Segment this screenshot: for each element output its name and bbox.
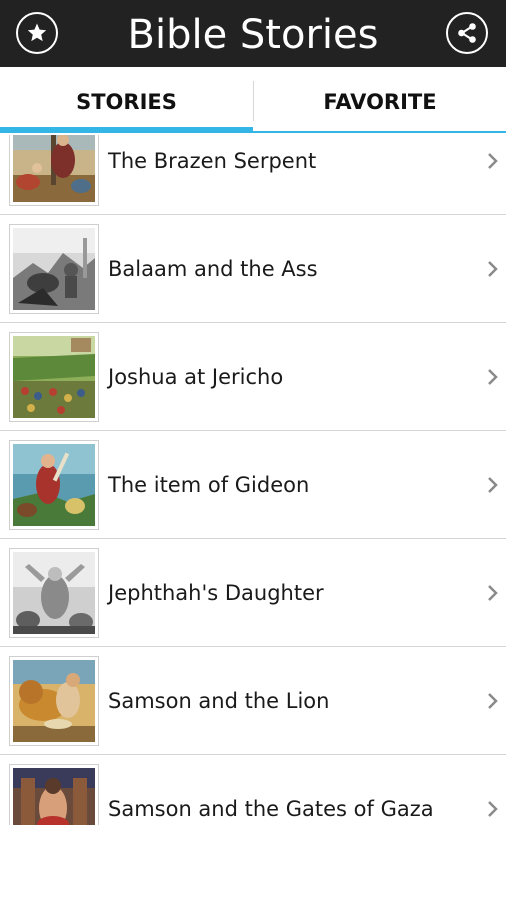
list-item[interactable]: Jephthah's Daughter — [0, 539, 506, 647]
chevron-right-icon — [488, 801, 498, 817]
tab-stories[interactable]: STORIES — [0, 67, 253, 135]
tab-bar: STORIES FAVORITE — [0, 67, 506, 135]
story-title: The item of Gideon — [108, 473, 310, 497]
tab-favorite[interactable]: FAVORITE — [254, 67, 506, 135]
story-title: Jephthah's Daughter — [108, 581, 324, 605]
story-thumbnail — [9, 332, 99, 422]
story-title: Joshua at Jericho — [108, 365, 284, 389]
app-screen: Bible Stories STORIES FAVORITE The Braze… — [0, 0, 506, 900]
story-list[interactable]: The Brazen Serpent Balaam and the Ass Jo… — [0, 135, 506, 825]
story-title: Samson and the Lion — [108, 689, 330, 713]
list-item[interactable]: The item of Gideon — [0, 431, 506, 539]
chevron-right-icon — [488, 477, 498, 493]
story-title: Balaam and the Ass — [108, 257, 318, 281]
chevron-right-icon — [488, 153, 498, 169]
story-thumbnail — [9, 764, 99, 825]
chevron-right-icon — [488, 261, 498, 277]
story-title: The Brazen Serpent — [108, 149, 317, 173]
story-thumbnail — [9, 224, 99, 314]
story-thumbnail — [9, 440, 99, 530]
story-title: Samson and the Gates of Gaza — [108, 797, 434, 821]
chevron-right-icon — [488, 693, 498, 709]
list-item[interactable]: Joshua at Jericho — [0, 323, 506, 431]
list-item[interactable]: Samson and the Lion — [0, 647, 506, 755]
share-button[interactable] — [446, 12, 488, 54]
action-bar: Bible Stories — [0, 0, 506, 67]
story-thumbnail — [9, 548, 99, 638]
app-title: Bible Stories — [127, 12, 379, 58]
tab-underline — [253, 131, 506, 133]
list-item[interactable]: The Brazen Serpent — [0, 135, 506, 215]
list-item[interactable]: Balaam and the Ass — [0, 215, 506, 323]
share-icon — [458, 23, 476, 43]
chevron-right-icon — [488, 585, 498, 601]
story-thumbnail — [9, 656, 99, 746]
story-thumbnail — [9, 135, 99, 206]
active-tab-indicator — [0, 127, 253, 133]
list-item[interactable]: Samson and the Gates of Gaza — [0, 755, 506, 825]
chevron-right-icon — [488, 369, 498, 385]
